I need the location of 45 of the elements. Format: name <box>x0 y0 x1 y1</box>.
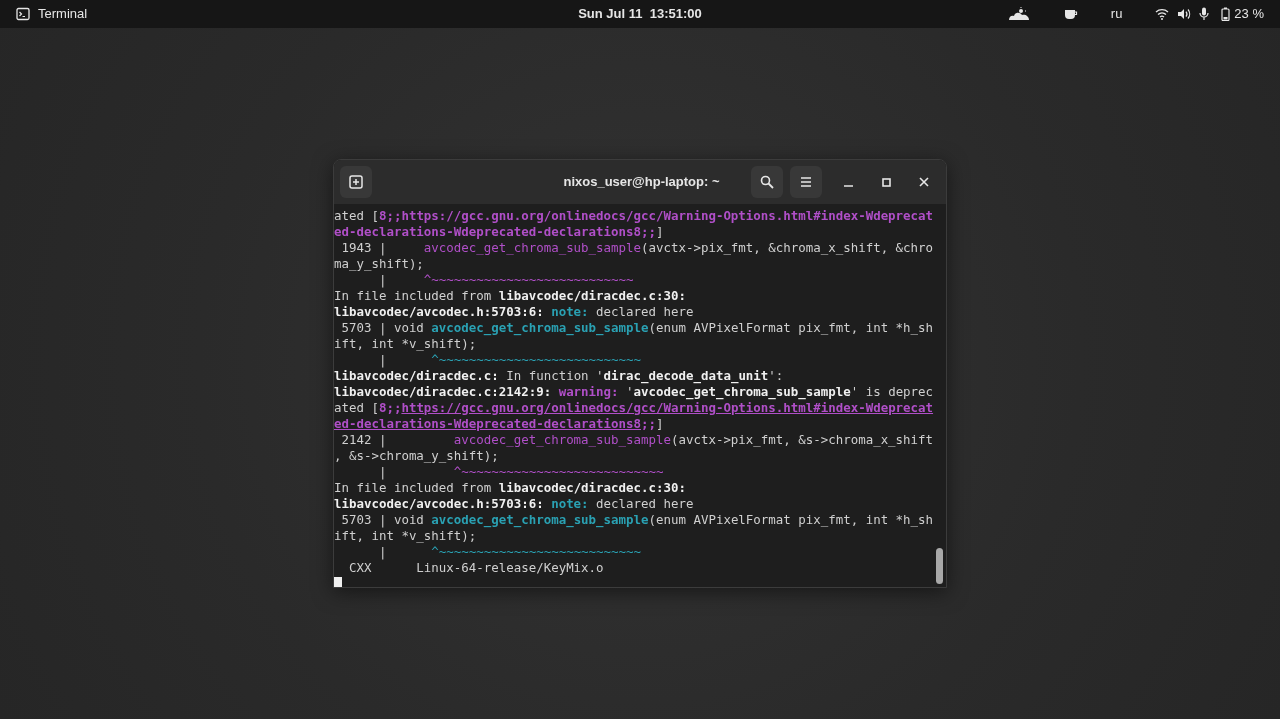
terminal-line: ift, int *v_shift); <box>334 336 478 352</box>
terminal-icon[interactable] <box>16 7 30 21</box>
menu-button[interactable] <box>790 166 822 198</box>
search-button[interactable] <box>751 166 783 198</box>
terminal-line: 1943 | avcodec_get_chroma_sub_sample(avctx->pix_fmt, &chroma_x_shift, &chro <box>340 240 934 256</box>
terminal-line: 5703 | void avcodec_get_chroma_sub_sample(enum AVPixelFormat pix_fmt, int *h_sh <box>340 320 934 336</box>
terminal-line: , &s->chroma_y_shift); <box>334 448 500 464</box>
terminal-line: | ^~~~~~~~~~~~~~~~~~~~~~~~~~~~ <box>377 464 665 480</box>
terminal-line: 5703 | void avcodec_get_chroma_sub_sample(enum AVPixelFormat pix_fmt, int *h_sh <box>340 512 934 528</box>
maximize-icon <box>881 177 891 187</box>
wifi-icon[interactable] <box>1155 8 1170 20</box>
terminal-line: CXX Linux-64-release/KeyMix.o <box>347 560 605 576</box>
menu-icon <box>800 176 812 188</box>
terminal-line: | ^~~~~~~~~~~~~~~~~~~~~~~~~~~~ <box>377 544 643 560</box>
microphone-icon[interactable] <box>1199 7 1210 21</box>
window-title: nixos_user@hp-laptop: ~ <box>563 173 720 192</box>
battery-icon[interactable] <box>1221 7 1231 21</box>
new-tab-button[interactable] <box>340 166 372 198</box>
clock[interactable]: Sun Jul 11 13:51:00 <box>578 4 702 24</box>
weather-icon[interactable] <box>1006 7 1031 21</box>
terminal-line: ift, int *v_shift); <box>334 528 478 544</box>
terminal-line: In file included from libavcodec/diracdec.c:30: <box>334 288 687 304</box>
minimize-icon <box>843 185 853 187</box>
terminal-line: ma_y_shift); <box>334 256 425 272</box>
battery-percentage[interactable]: 23 % <box>1234 4 1264 24</box>
terminal-line: | ^~~~~~~~~~~~~~~~~~~~~~~~~~~~ <box>377 352 643 368</box>
terminal-line: 2142 | avcodec_get_chroma_sub_sample(avctx->pix_fmt, &s->chroma_x_shift <box>340 432 934 448</box>
terminal-line: libavcodec/diracdec.c: In function 'dirac_decode_data_unit': <box>334 368 785 384</box>
volume-icon[interactable] <box>1177 8 1192 20</box>
terminal-line: ed-declarations-Wdeprecated-declarations8;;] <box>334 224 665 240</box>
coffee-cup-icon[interactable] <box>1063 8 1078 20</box>
terminal-line: ated [8;;https://gcc.gnu.org/onlinedocs/gcc/Warning-Options.html#index-Wdeprecat <box>334 400 934 416</box>
terminal-line: ated [8;;https://gcc.gnu.org/onlinedocs/gcc/Warning-Options.html#index-Wdeprecat <box>334 208 934 224</box>
terminal-line: | ^~~~~~~~~~~~~~~~~~~~~~~~~~~~ <box>377 272 635 288</box>
terminal-line: libavcodec/avcodec.h:5703:6: note: declared here <box>334 496 695 512</box>
terminal-line: ed-declarations-Wdeprecated-declarations8;;] <box>334 416 665 432</box>
app-name[interactable]: Terminal <box>38 4 88 24</box>
terminal-line: libavcodec/diracdec.c:2142:9: warning: 'avcodec_get_chroma_sub_sample' is deprec <box>334 384 934 400</box>
close-icon <box>919 177 929 187</box>
keyboard-layout[interactable]: ru <box>1110 4 1123 24</box>
new-tab-icon <box>349 175 363 189</box>
terminal-line: libavcodec/avcodec.h:5703:6: note: declared here <box>334 304 695 320</box>
scrollbar-thumb[interactable] <box>936 548 943 584</box>
search-icon <box>760 175 774 189</box>
terminal-line: In file included from libavcodec/diracdec.c:30: <box>334 480 687 496</box>
